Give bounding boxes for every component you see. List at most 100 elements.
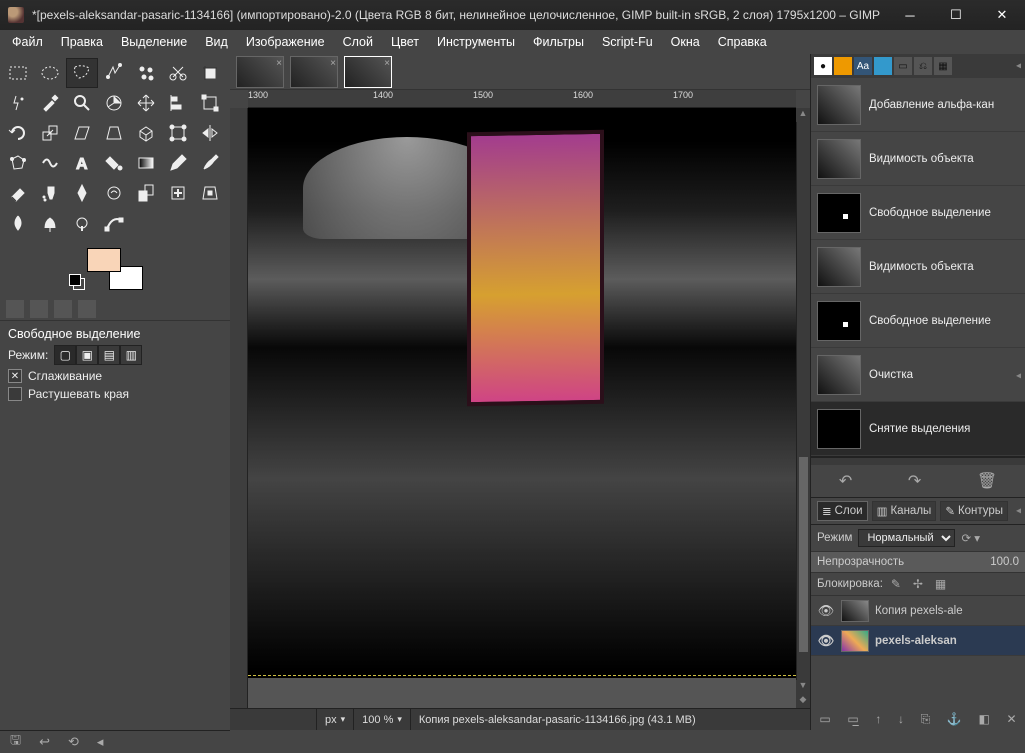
tool-clone[interactable]: [130, 178, 162, 208]
new-layer-button[interactable]: ▭: [819, 712, 830, 726]
tool-blur[interactable]: [2, 208, 34, 238]
layer-row[interactable]: 👁 pexels-aleksan: [811, 626, 1025, 656]
unit-selector[interactable]: px▾: [316, 709, 353, 730]
tool-bucket-fill[interactable]: [98, 148, 130, 178]
gradients-tab-icon[interactable]: ▦: [934, 57, 952, 75]
tool-handle-transform[interactable]: [162, 118, 194, 148]
lock-pixels-icon[interactable]: ✎: [891, 577, 905, 591]
tool-fuzzy-select[interactable]: [98, 58, 130, 88]
tool-shear[interactable]: [66, 118, 98, 148]
zoom-selector[interactable]: 100 %▾: [353, 709, 410, 730]
image-tab-2[interactable]: ×: [290, 56, 338, 88]
tool-dodge-burn[interactable]: [66, 208, 98, 238]
tool-text[interactable]: A: [66, 148, 98, 178]
visibility-icon[interactable]: 👁: [817, 633, 835, 649]
tool-align[interactable]: [162, 88, 194, 118]
menu-image[interactable]: Изображение: [238, 33, 333, 51]
tool-by-color-select[interactable]: [130, 58, 162, 88]
tab-menu-icon[interactable]: ◂: [1016, 506, 1021, 517]
layer-thumbnail[interactable]: [841, 600, 869, 622]
brushes-tab-icon[interactable]: ●: [814, 57, 832, 75]
tool-smudge[interactable]: [34, 208, 66, 238]
visibility-icon[interactable]: 👁: [817, 603, 835, 619]
tool-scissors[interactable]: [162, 58, 194, 88]
tab-paths[interactable]: ✎ Контуры: [940, 501, 1008, 521]
tool-mypaint[interactable]: [98, 178, 130, 208]
menu-layer[interactable]: Слой: [335, 33, 381, 51]
layer-group-button[interactable]: ▭̲: [847, 712, 858, 726]
tool-measure[interactable]: [98, 88, 130, 118]
tooloptions-tab-icon[interactable]: [6, 300, 24, 318]
maximize-button[interactable]: ☐: [933, 0, 979, 30]
tool-scale[interactable]: [34, 118, 66, 148]
layer-name[interactable]: pexels-aleksan: [875, 635, 957, 647]
default-colors-icon[interactable]: [73, 278, 85, 290]
save-options-button[interactable]: 🖫: [10, 731, 21, 753]
tool-cage[interactable]: [2, 148, 34, 178]
tool-foreground-select[interactable]: [2, 88, 34, 118]
history-item[interactable]: Добавление альфа-кан: [811, 78, 1025, 132]
patterns-tab-icon[interactable]: [834, 57, 852, 75]
menu-color[interactable]: Цвет: [383, 33, 427, 51]
mode-intersect-button[interactable]: ▥: [120, 345, 142, 365]
tool-warp[interactable]: [34, 148, 66, 178]
history-item[interactable]: Очистка: [811, 348, 1025, 402]
delete-layer-button[interactable]: ✕: [1007, 712, 1017, 726]
close-icon[interactable]: ×: [276, 58, 282, 69]
close-icon[interactable]: ×: [384, 58, 390, 69]
vertical-scrollbar[interactable]: ▲ ▼ ◆: [796, 108, 810, 708]
tool-flip[interactable]: [194, 118, 226, 148]
tab-layers[interactable]: ≣ Слои: [817, 501, 868, 521]
tool-gradient[interactable]: [130, 148, 162, 178]
history-scrollbar[interactable]: [811, 457, 1025, 465]
tool-path[interactable]: [98, 208, 130, 238]
close-icon[interactable]: ×: [330, 58, 336, 69]
tool-color-picker[interactable]: [34, 88, 66, 118]
templates-tab-icon[interactable]: ⎌: [914, 57, 932, 75]
tool-paintbrush[interactable]: [194, 148, 226, 178]
close-button[interactable]: ✕: [979, 0, 1025, 30]
mask-button[interactable]: ◧: [979, 712, 990, 726]
raise-layer-button[interactable]: ↑: [875, 712, 881, 726]
menu-filters[interactable]: Фильтры: [525, 33, 592, 51]
tool-perspective[interactable]: [98, 118, 130, 148]
history-tab-icon[interactable]: [54, 300, 72, 318]
menu-windows[interactable]: Окна: [663, 33, 708, 51]
tool-rotate[interactable]: [2, 118, 34, 148]
color-swatches[interactable]: [0, 240, 230, 298]
history2-tab-icon[interactable]: [874, 57, 892, 75]
mode-subtract-button[interactable]: ▤: [98, 345, 120, 365]
tool-free-select[interactable]: [66, 58, 98, 88]
antialias-checkbox[interactable]: ✕: [8, 369, 22, 383]
canvas[interactable]: [248, 108, 796, 708]
history-item[interactable]: Свободное выделение: [811, 294, 1025, 348]
image-tab-3[interactable]: ×: [344, 56, 392, 88]
menu-scriptfu[interactable]: Script-Fu: [594, 33, 661, 51]
tool-zoom[interactable]: [66, 88, 98, 118]
menu-help[interactable]: Справка: [710, 33, 775, 51]
delete-options-button[interactable]: ⟲: [68, 734, 79, 750]
undo-button[interactable]: ↶: [839, 471, 852, 491]
menu-edit[interactable]: Правка: [53, 33, 111, 51]
tool-3d-transform[interactable]: [130, 118, 162, 148]
scrollbar-thumb[interactable]: [799, 457, 808, 652]
tool-ellipse-select[interactable]: [34, 58, 66, 88]
opacity-slider[interactable]: Непрозрачность 100.0: [811, 552, 1025, 573]
device-tab-icon[interactable]: [30, 300, 48, 318]
tool-move[interactable]: [130, 88, 162, 118]
scroll-down-icon[interactable]: ▼: [796, 680, 810, 694]
image-tab-icon[interactable]: [78, 300, 96, 318]
ruler-vertical[interactable]: [230, 108, 248, 708]
ruler-horizontal[interactable]: 1300 1400 1500 1600 1700: [248, 90, 796, 108]
tool-pencil[interactable]: [162, 148, 194, 178]
image-tab-1[interactable]: ×: [236, 56, 284, 88]
tool-airbrush[interactable]: [34, 178, 66, 208]
redo-button[interactable]: ↷: [908, 471, 921, 491]
tool-transform[interactable]: [194, 88, 226, 118]
tool-perspective-clone[interactable]: [194, 178, 226, 208]
tab-menu-icon[interactable]: ◂: [1016, 371, 1021, 382]
feather-checkbox[interactable]: [8, 387, 22, 401]
tab-menu-icon[interactable]: ◂: [1016, 61, 1021, 72]
duplicate-layer-button[interactable]: ⎘: [921, 712, 931, 727]
lock-alpha-icon[interactable]: ▦: [935, 577, 949, 591]
